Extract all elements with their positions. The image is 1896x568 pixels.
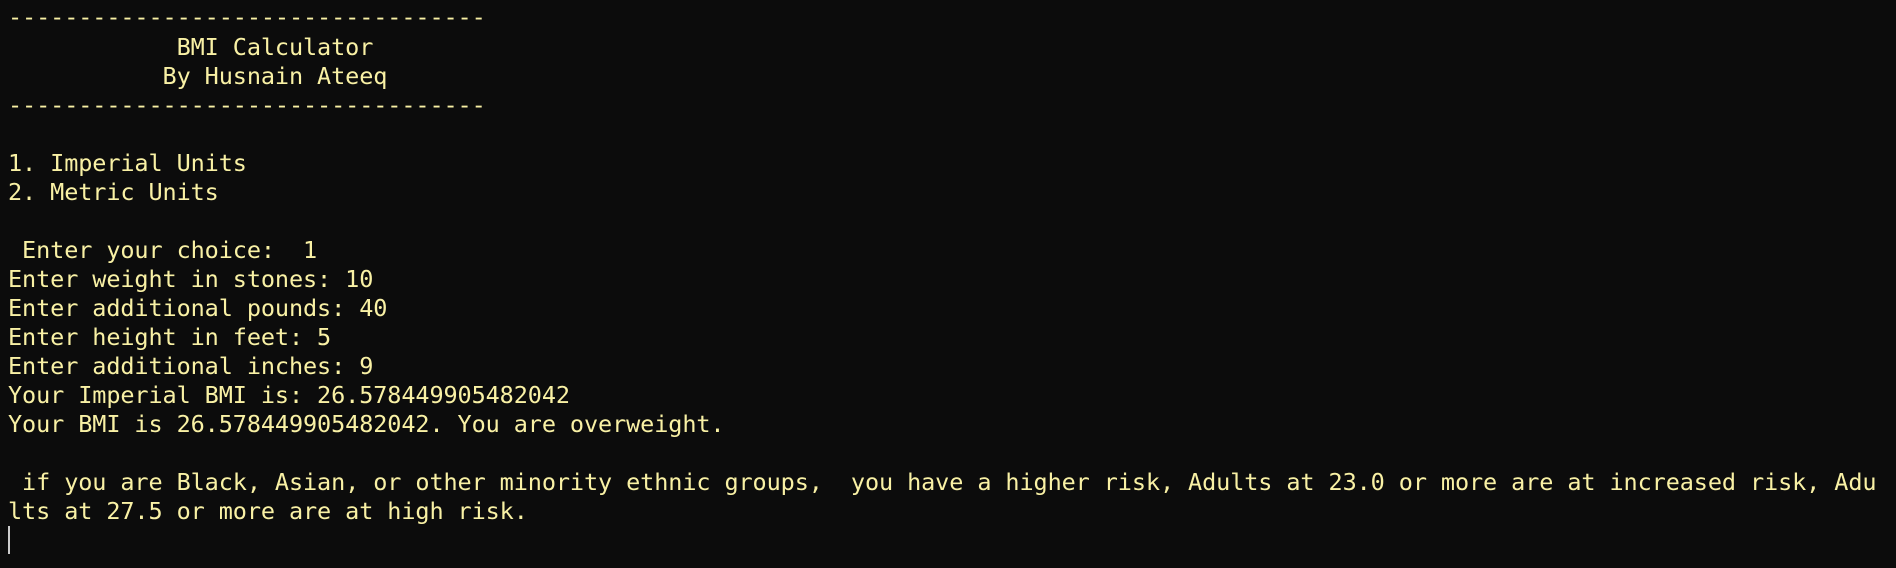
- ethnicity-risk-note-cont: lts at 27.5 or more are at high risk.: [8, 497, 528, 525]
- imperial-bmi-result: Your Imperial BMI is: 26.578449905482042: [8, 381, 570, 409]
- menu-option-metric: 2. Metric Units: [8, 178, 219, 206]
- text-cursor[interactable]: [8, 526, 10, 554]
- bmi-category-result: Your BMI is 26.578449905482042. You are …: [8, 410, 725, 438]
- weight-stones-prompt: Enter weight in stones: 10: [8, 265, 374, 293]
- app-title: BMI Calculator: [8, 33, 374, 61]
- menu-option-imperial: 1. Imperial Units: [8, 149, 247, 177]
- separator-bottom: ----------------------------------: [8, 91, 486, 119]
- separator-top: ----------------------------------: [8, 3, 486, 31]
- height-feet-prompt: Enter height in feet: 5: [8, 323, 332, 351]
- choice-prompt: Enter your choice: 1: [8, 236, 318, 264]
- weight-pounds-prompt: Enter additional pounds: 40: [8, 294, 388, 322]
- app-author: By Husnain Ateeq: [8, 62, 388, 90]
- terminal-window[interactable]: ---------------------------------- BMI C…: [0, 0, 1896, 568]
- ethnicity-risk-note: if you are Black, Asian, or other minori…: [8, 468, 1877, 496]
- height-inches-prompt: Enter additional inches: 9: [8, 352, 374, 380]
